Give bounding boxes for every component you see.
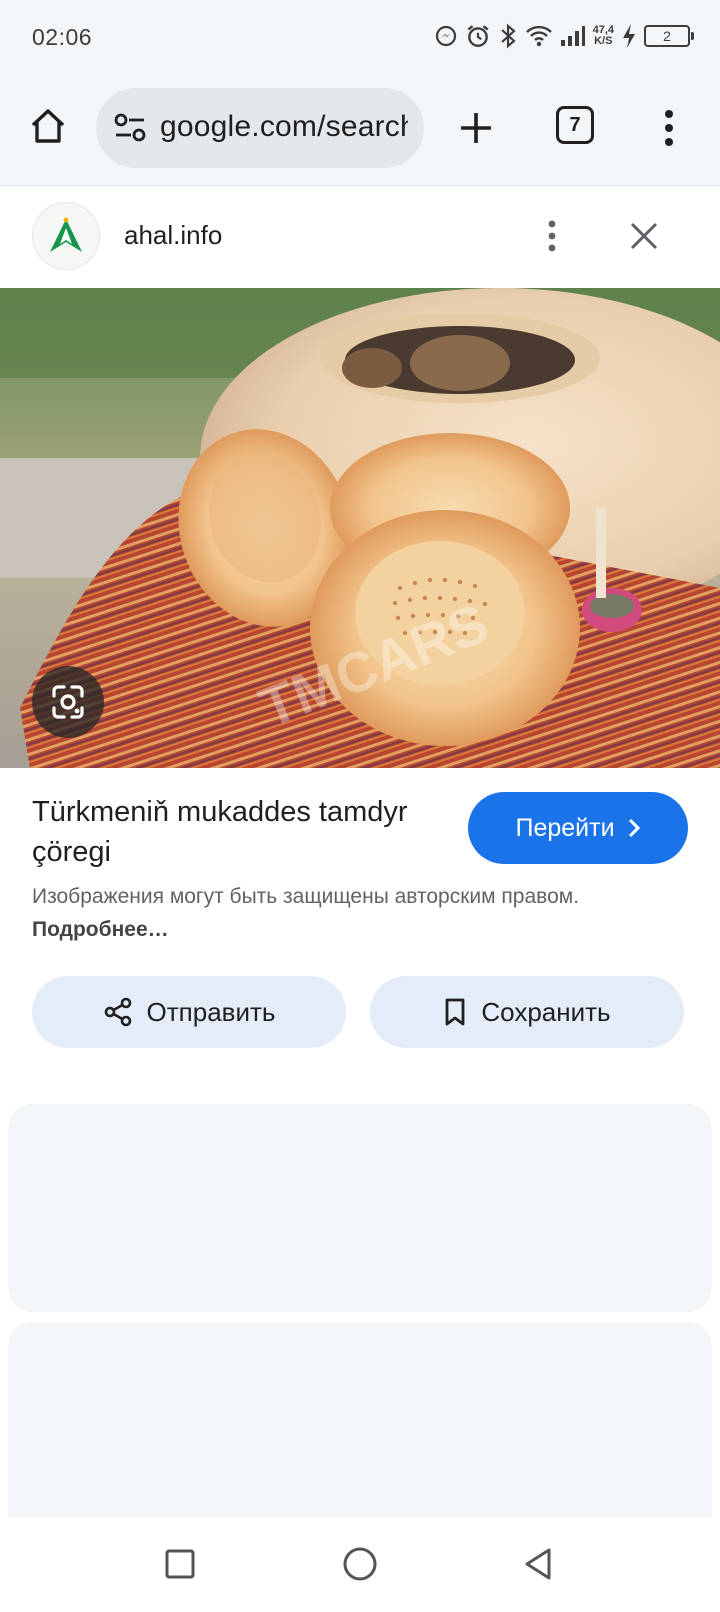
save-button[interactable]: Сохранить	[370, 976, 684, 1048]
result-image[interactable]: TMCARS	[0, 288, 720, 768]
google-lens-button[interactable]	[32, 666, 104, 738]
bread-photo: TMCARS	[0, 288, 720, 768]
close-button[interactable]	[622, 214, 666, 258]
site-logo[interactable]	[32, 202, 100, 270]
browser-menu-button[interactable]	[654, 104, 684, 152]
share-button-label: Отправить	[146, 996, 276, 1027]
charging-icon	[623, 24, 635, 48]
back-triangle-icon	[525, 1548, 551, 1580]
address-bar[interactable]: google.com/search	[96, 88, 424, 168]
alarm-icon	[467, 25, 489, 47]
status-time: 02:06	[32, 24, 93, 50]
battery-indicator: 2	[644, 25, 694, 47]
back-button[interactable]	[514, 1540, 562, 1588]
status-icons: 47,4 K/S 2	[434, 20, 694, 52]
site-settings-icon[interactable]	[112, 110, 148, 146]
save-button-label: Сохранить	[481, 996, 611, 1027]
learn-more-link[interactable]: Подробнее…	[32, 918, 169, 941]
close-icon	[630, 222, 658, 250]
ahal-logo-icon	[50, 217, 82, 252]
copyright-notice: Изображения могут быть защищены авторски…	[32, 880, 652, 946]
loading-placeholder-card	[8, 1104, 712, 1312]
site-options-button[interactable]	[538, 214, 566, 258]
copyright-text: Изображения могут быть защищены авторски…	[32, 885, 580, 908]
more-vert-icon	[665, 110, 673, 146]
share-button[interactable]: Отправить	[32, 976, 346, 1048]
lens-icon	[52, 685, 84, 719]
circle-icon	[343, 1547, 377, 1581]
plus-icon	[461, 113, 491, 143]
share-icon	[104, 997, 131, 1027]
messenger-icon	[435, 25, 456, 47]
bookmark-icon	[445, 998, 465, 1026]
site-name[interactable]: ahal.info	[124, 220, 222, 251]
visit-button-label: Перейти	[515, 813, 615, 842]
loading-placeholder-card	[8, 1322, 712, 1540]
system-navigation-bar	[0, 1518, 720, 1612]
source-site-header: ahal.info	[0, 186, 720, 288]
recents-button[interactable]	[156, 1540, 204, 1588]
network-speed: 47,4 K/S	[593, 25, 614, 47]
visit-button[interactable]: Перейти	[468, 792, 688, 864]
home-icon	[31, 109, 65, 143]
tab-switcher-button[interactable]: 7	[556, 106, 594, 144]
result-title[interactable]: Türkmeniň mukaddes tamdyr çöregi	[32, 792, 432, 872]
square-icon	[165, 1549, 195, 1579]
home-button[interactable]	[24, 102, 72, 150]
bluetooth-icon	[500, 23, 516, 49]
browser-toolbar: google.com/search 7	[0, 86, 720, 172]
more-vert-icon	[548, 220, 556, 252]
wifi-icon	[525, 25, 552, 47]
network-speed-unit: K/S	[594, 35, 613, 47]
chevron-right-icon	[628, 818, 640, 838]
system-home-button[interactable]	[336, 1540, 384, 1588]
url-text: google.com/search	[160, 110, 408, 143]
new-tab-button[interactable]	[452, 104, 500, 152]
signal-icon	[560, 26, 585, 46]
status-bar: 02:06 47,4 K/S 2	[0, 0, 720, 72]
browser-chrome: 02:06 47,4 K/S 2 google.com/search 7	[0, 0, 720, 186]
